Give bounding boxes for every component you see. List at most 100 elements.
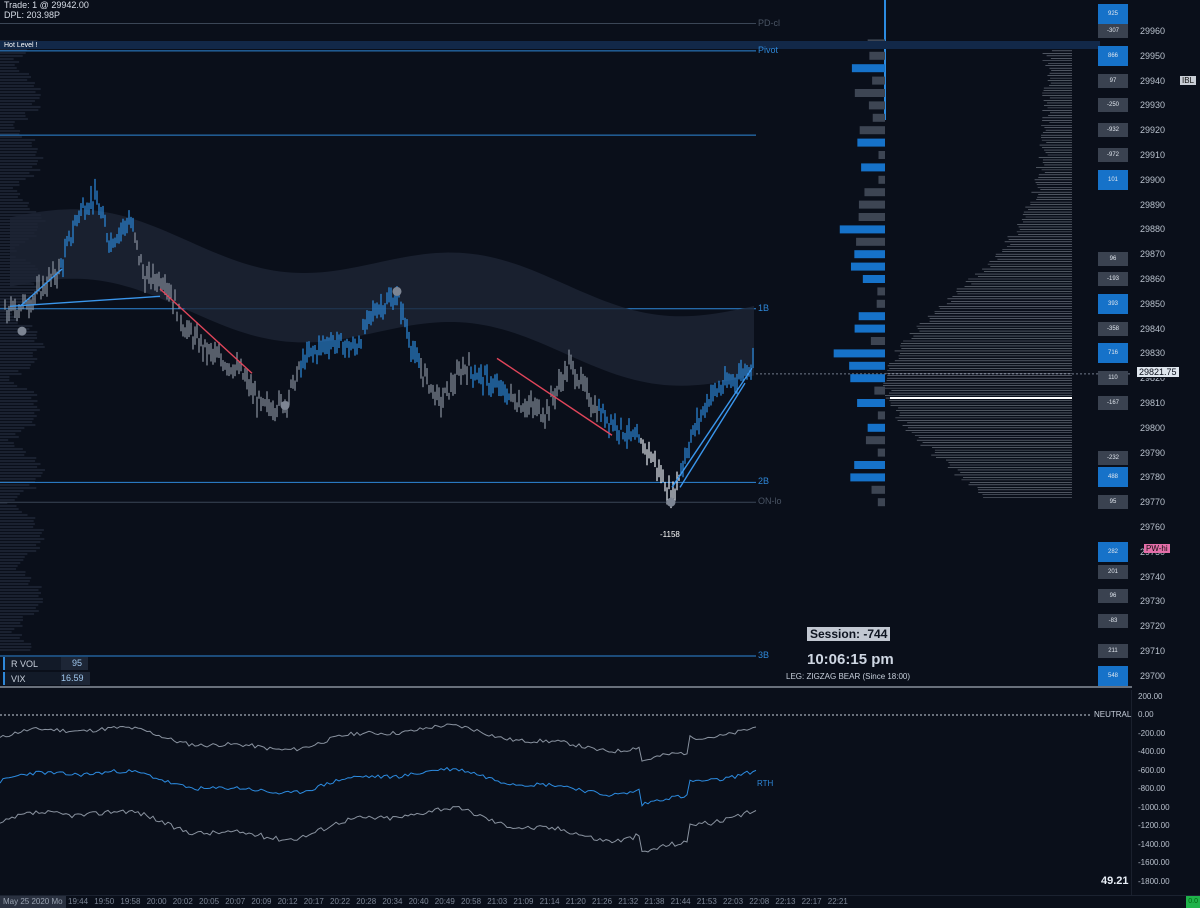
- left-volume-bar: [0, 604, 39, 606]
- delta-bar: [872, 113, 885, 122]
- left-volume-bar: [0, 385, 18, 387]
- left-volume-bar: [0, 208, 30, 210]
- left-volume-bar: [0, 373, 22, 375]
- price-tick: 29770: [1140, 497, 1166, 508]
- left-volume-bar: [0, 403, 34, 405]
- time-tick: 20:22: [330, 897, 351, 906]
- net-delta-box: 101: [1098, 169, 1128, 190]
- left-volume-bar: [0, 412, 35, 414]
- price-tick: 29730: [1140, 596, 1166, 607]
- left-volume-bar: [0, 496, 18, 498]
- delta-bar: [861, 163, 885, 172]
- time-tick: 20:12: [277, 897, 298, 906]
- current-price-tag: 29821.75: [1136, 366, 1180, 378]
- net-delta-box: -167: [1098, 396, 1128, 410]
- left-volume-bar: [0, 121, 15, 123]
- left-volume-bar: [0, 160, 38, 162]
- left-volume-bar: [0, 55, 23, 57]
- date-label: May 25 2020 Mo: [0, 896, 66, 908]
- net-delta-box: 716: [1098, 343, 1128, 364]
- time-tick: 21:09: [513, 897, 534, 906]
- oscillator-tick: 0.00: [1138, 710, 1154, 719]
- left-volume-bar: [0, 58, 14, 60]
- left-volume-bar: [0, 556, 25, 558]
- delta-bar: [864, 188, 885, 197]
- delta-bar: [877, 448, 885, 457]
- left-volume-bar: [0, 142, 32, 144]
- price-tick: 29900: [1140, 174, 1166, 185]
- pivot-marker: [280, 400, 290, 410]
- left-volume-bar: [0, 376, 10, 378]
- clock: 10:06:15 pm: [807, 651, 894, 668]
- left-volume-bar: [0, 355, 33, 357]
- price-axis[interactable]: 29960 29950 29940 29930 29920 29910 29900 29890…: [1132, 0, 1200, 690]
- price-tick: 29950: [1140, 50, 1166, 61]
- left-volume-bar: [0, 193, 21, 195]
- time-tick: 19:58: [120, 897, 141, 906]
- price-tick: 29880: [1140, 224, 1166, 235]
- left-volume-bar: [0, 382, 14, 384]
- oscillator-upper-line: [0, 723, 757, 762]
- left-volume-bar: [0, 166, 33, 168]
- left-volume-bar: [0, 490, 24, 492]
- oscillator-lower-line: [0, 805, 757, 853]
- price-chart[interactable]: [0, 0, 1132, 690]
- left-volume-bar: [0, 91, 36, 93]
- left-volume-bar: [0, 568, 17, 570]
- left-volume-bar: [0, 574, 26, 576]
- left-volume-bar: [0, 517, 36, 519]
- left-volume-bar: [0, 61, 20, 63]
- rvol-label: R VOL: [11, 658, 39, 669]
- left-volume-bar: [0, 406, 38, 408]
- left-volume-bar: [0, 472, 43, 474]
- delta-bar: [868, 101, 885, 110]
- net-delta-box: 201: [1098, 564, 1128, 579]
- left-volume-bar: [0, 487, 37, 489]
- net-delta-box: -193: [1098, 272, 1128, 286]
- left-volume-bar: [0, 379, 10, 381]
- level-label: Pivot: [758, 44, 779, 55]
- delta-bar: [850, 473, 885, 482]
- left-volume-bar: [0, 463, 41, 465]
- left-volume-bar: [0, 613, 35, 615]
- time-tick: 20:00: [146, 897, 167, 906]
- delta-bar: [870, 337, 885, 345]
- net-delta-box: 96: [1098, 589, 1128, 604]
- level-label: ON-lo: [758, 496, 782, 507]
- left-volume-bar: [0, 103, 32, 105]
- delta-bar: [858, 213, 885, 221]
- left-volume-bar: [0, 508, 19, 510]
- left-volume-bar: [0, 343, 44, 345]
- left-volume-bar: [0, 325, 33, 327]
- left-volume-bar: [0, 358, 38, 360]
- left-volume-bar: [0, 151, 37, 153]
- time-axis[interactable]: May 25 2020 Mo 0.0 19:44 19:50 19:58 20:00 2…: [0, 895, 1200, 908]
- left-volume-bar: [0, 433, 16, 435]
- zigzag-leg: [671, 367, 753, 488]
- left-volume-bar: [0, 94, 41, 96]
- left-volume-bar: [0, 484, 30, 486]
- left-volume-bar: [0, 415, 37, 417]
- left-volume-bar: [0, 286, 38, 288]
- left-volume-bar: [0, 184, 20, 186]
- oscillator-tick: -800.00: [1138, 784, 1166, 793]
- price-tick: 29870: [1140, 249, 1166, 260]
- pivot-marker: [392, 286, 402, 296]
- left-volume-bar: [0, 154, 36, 156]
- left-volume-bar: [0, 106, 41, 108]
- left-volume-bar: [0, 526, 34, 528]
- left-volume-bar: [0, 310, 12, 312]
- time-tick: 21:03: [487, 897, 508, 906]
- oscillator-chart[interactable]: [0, 690, 1132, 895]
- left-volume-bar: [0, 73, 30, 75]
- left-volume-bar: [0, 571, 26, 573]
- delta-bar: [865, 436, 885, 445]
- left-volume-bar: [0, 346, 45, 348]
- left-volume-bar: [0, 424, 36, 426]
- left-volume-bar: [0, 421, 33, 423]
- time-tick: 20:28: [356, 897, 377, 906]
- oscillator-tick: -1800.00: [1138, 876, 1170, 886]
- left-volume-bar: [0, 514, 28, 516]
- left-volume-bar: [0, 598, 43, 600]
- time-tick: 20:40: [408, 897, 429, 906]
